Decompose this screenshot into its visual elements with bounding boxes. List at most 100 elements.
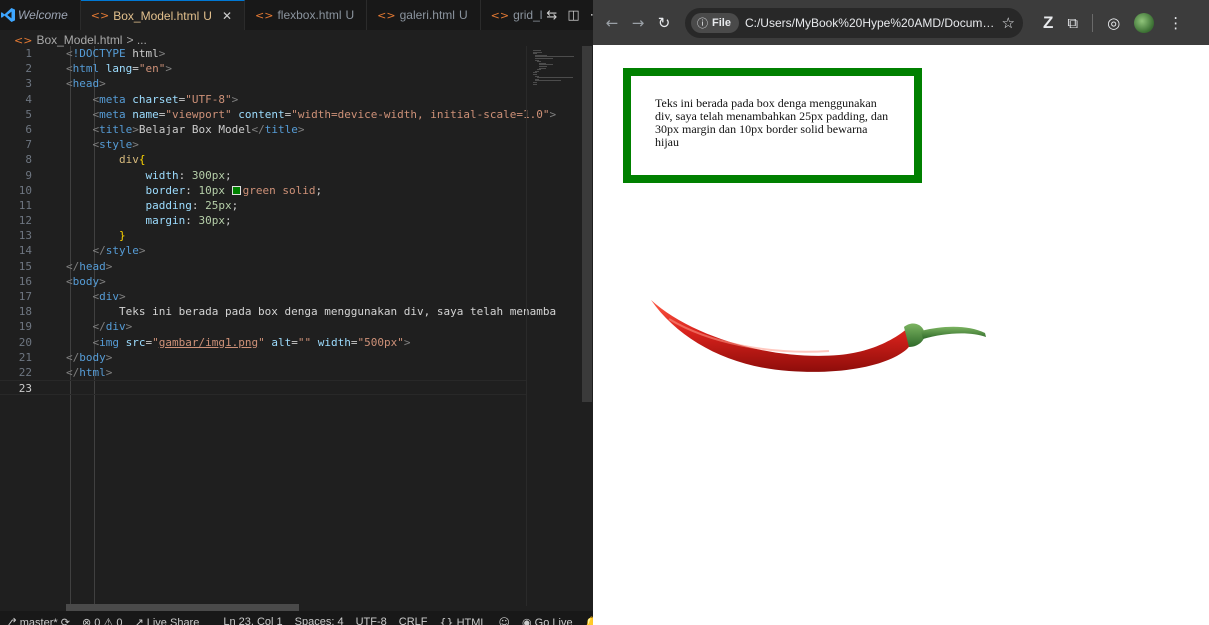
status-bar: ⎇ master* ⟳ ⊗ 0 ⚠ 0 ↗ Live Share Ln 23, …: [0, 611, 593, 625]
breadcrumb-rest[interactable]: > ...: [126, 33, 146, 47]
code-line[interactable]: 18 Teks ini berada pada box denga menggu…: [0, 304, 556, 319]
code-text: </head>: [66, 259, 113, 273]
copilot-icon[interactable]: ☺: [499, 616, 510, 625]
code-line[interactable]: 21 </body>: [0, 350, 526, 365]
indentation[interactable]: Spaces: 4: [295, 616, 344, 625]
code-line[interactable]: 8 div{: [0, 152, 526, 167]
scrollbar-thumb[interactable]: [582, 46, 592, 402]
branch-icon: ⎇: [4, 615, 17, 625]
vscode-logo-icon: [0, 0, 16, 30]
problems-indicator[interactable]: ⊗ 0 ⚠ 0: [82, 616, 123, 625]
code-line[interactable]: 10 border: 10px green solid;: [0, 183, 526, 198]
line-number: 19: [18, 320, 32, 334]
code-text: padding: 25px;: [145, 198, 239, 212]
code-text: </html>: [66, 365, 113, 379]
code-line[interactable]: 5 <meta name="viewport" content="width=d…: [0, 107, 556, 122]
live-share-icon: ↗: [134, 615, 144, 625]
menu-icon[interactable]: ⋮: [1168, 14, 1183, 32]
line-number: 9: [25, 168, 32, 182]
url-text[interactable]: C:/Users/MyBook%20Hype%20AMD/Documents/H…: [745, 16, 996, 30]
code-line[interactable]: 13 }: [0, 228, 526, 243]
html-file-icon: <>: [377, 8, 396, 22]
line-number: 18: [18, 305, 32, 319]
extensions-icon[interactable]: ⧉: [1067, 14, 1078, 32]
code-line[interactable]: 23: [0, 380, 526, 396]
code-text: <meta name="viewport" content="width=dev…: [92, 107, 557, 121]
code-text: <style>: [92, 138, 139, 152]
code-line[interactable]: 6 <title>Belajar Box Model</title>: [0, 122, 526, 137]
breadcrumb-file[interactable]: Box_Model.html: [36, 33, 122, 47]
line-number: 22: [18, 365, 32, 379]
tab-flexbox[interactable]: <> flexbox.html U: [245, 0, 368, 30]
code-text: div{: [118, 153, 146, 167]
tab-galeri[interactable]: <> galeri.html U: [367, 0, 481, 30]
code-line[interactable]: 3 <head>: [0, 76, 526, 91]
line-number: 23: [18, 382, 32, 396]
minimap[interactable]: [526, 46, 581, 606]
code-line[interactable]: 9 width: 300px;: [0, 168, 526, 183]
line-number: 17: [18, 290, 32, 303]
vertical-scrollbar[interactable]: [581, 46, 593, 606]
chili-pepper-image: [651, 300, 986, 372]
line-number: 14: [18, 244, 32, 258]
tab-welcome[interactable]: Welcome: [16, 0, 81, 30]
box-model-div: Teks ini berada pada box denga menggunak…: [623, 68, 922, 183]
code-line[interactable]: 7 <style>: [0, 137, 526, 152]
site-info-chip[interactable]: ⓘ File: [691, 12, 739, 33]
line-number: 2: [25, 62, 32, 76]
line-number: 10: [18, 183, 32, 197]
address-bar[interactable]: ⓘ File C:/Users/MyBook%20Hype%20AMD/Docu…: [685, 7, 1023, 38]
code-line[interactable]: 19 </div>: [0, 319, 526, 334]
code-editor[interactable]: 1 <!DOCTYPE html> 2 <html lang="en"> 3 <head>…: [0, 46, 556, 606]
line-ending[interactable]: CRLF: [399, 616, 428, 625]
code-text: <head>: [66, 77, 106, 91]
code-line[interactable]: 15 </head>: [0, 259, 526, 274]
code-line[interactable]: 1 <!DOCTYPE html>: [0, 46, 526, 61]
code-line[interactable]: 14 </style>: [0, 243, 526, 258]
performance-icon[interactable]: ◎: [1107, 14, 1120, 32]
profile-avatar-icon[interactable]: [1134, 12, 1155, 33]
code-text: margin: 30px;: [145, 214, 232, 228]
encoding[interactable]: UTF-8: [356, 616, 387, 625]
source-control-icon[interactable]: ⇆: [546, 8, 557, 23]
line-number: 6: [25, 122, 32, 136]
code-text: border: 10px green solid;: [145, 183, 323, 197]
split-editor-icon[interactable]: ◫: [567, 8, 579, 23]
code-line[interactable]: 4 <meta charset="UTF-8">: [0, 92, 526, 107]
tab-grid[interactable]: <> grid_l: [480, 0, 547, 30]
language-mode[interactable]: {} HTML: [440, 616, 487, 625]
notifications-icon[interactable]: 🔔: [585, 616, 593, 625]
forward-icon[interactable]: →: [625, 10, 651, 36]
cursor-position[interactable]: Ln 23, Col 1: [223, 616, 282, 625]
star-icon[interactable]: ☆: [1002, 14, 1015, 32]
code-line[interactable]: 20 <img src="gambar/img1.png" alt="" wid…: [0, 335, 526, 350]
back-icon[interactable]: ←: [599, 10, 625, 36]
editor-actions: ⇆ ◫ ⋯: [546, 0, 593, 30]
line-number: 20: [18, 335, 32, 349]
code-line[interactable]: 12 margin: 30px;: [0, 213, 526, 228]
code-line[interactable]: 16 <body>: [0, 274, 526, 289]
line-number: 12: [18, 214, 32, 228]
close-icon[interactable]: ✕: [222, 9, 232, 23]
color-swatch[interactable]: [231, 185, 241, 195]
zotero-extension-icon[interactable]: Z: [1043, 13, 1053, 33]
code-line[interactable]: 11 padding: 25px;: [0, 198, 526, 213]
branch-indicator[interactable]: ⎇ master* ⟳: [4, 616, 70, 625]
code-line[interactable]: 22 </html>: [0, 365, 526, 380]
live-share-button[interactable]: ↗ Live Share: [134, 616, 199, 625]
tab-box-model[interactable]: <> Box_Model.html U ✕: [80, 0, 246, 30]
tab-status: U: [345, 8, 355, 22]
code-line[interactable]: 17 <div>: [0, 289, 526, 304]
go-live-button[interactable]: ◉ Go Live: [522, 616, 573, 625]
line-number: 1: [25, 47, 32, 60]
editor-tab-bar: Welcome <> Box_Model.html U ✕ <> flexbox…: [0, 0, 593, 30]
code-text: </body>: [66, 350, 113, 364]
reload-icon[interactable]: ↻: [651, 10, 677, 36]
code-line[interactable]: 2 <html lang="en">: [0, 61, 526, 76]
html-file-icon: <>: [490, 8, 510, 22]
sync-icon: ⟳: [60, 615, 70, 625]
tab-label: grid_l: [513, 8, 543, 22]
tab-status: U: [203, 8, 212, 23]
line-number: 15: [18, 259, 32, 273]
